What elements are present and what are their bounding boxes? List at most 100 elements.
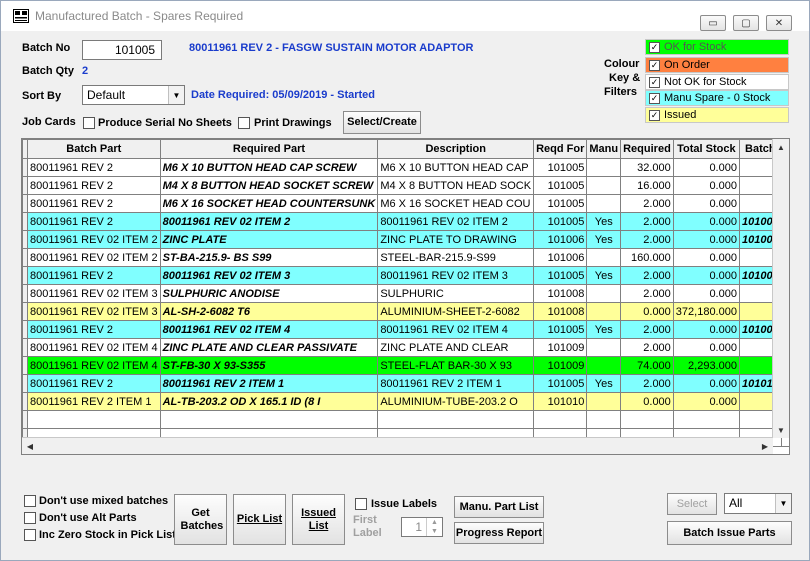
- cell-total-stock[interactable]: 0.000: [672, 158, 740, 177]
- cell-required[interactable]: 2.000: [620, 374, 674, 393]
- vertical-scrollbar[interactable]: ▲ ▼: [772, 139, 789, 438]
- cell-batch-part[interactable]: 80011961 REV 02 ITEM 2: [27, 248, 161, 267]
- cell-description[interactable]: ZINC PLATE TO DRAWING: [377, 230, 535, 249]
- cell-required[interactable]: 0.000: [620, 392, 674, 411]
- cell-required-part[interactable]: M6 X 16 SOCKET HEAD COUNTERSUNK: [159, 194, 379, 213]
- cell-batch-part[interactable]: 80011961 REV 02 ITEM 3: [27, 284, 161, 303]
- cell-required-part[interactable]: ST-FB-30 X 93-S355: [159, 356, 379, 375]
- cell-required-part[interactable]: 80011961 REV 2 ITEM 1: [159, 374, 379, 393]
- column-header-total-stock[interactable]: Total Stock: [672, 139, 740, 159]
- pick-list-button[interactable]: Pick List: [233, 494, 286, 545]
- scroll-right-icon[interactable]: ▶: [757, 438, 773, 454]
- column-header-required[interactable]: Required: [620, 139, 674, 159]
- cell-reqd-for[interactable]: 101005: [533, 194, 588, 213]
- cell-required-part[interactable]: 80011961 REV 02 ITEM 4: [159, 320, 379, 339]
- issued-list-button[interactable]: Issued List: [292, 494, 345, 545]
- legend-issued-checkbox[interactable]: ✓: [649, 109, 660, 121]
- cell-total-stock[interactable]: 0.000: [672, 248, 740, 267]
- batch-no-input[interactable]: 101005: [82, 40, 162, 60]
- cell-total-stock[interactable]: 0.000: [672, 374, 740, 393]
- cell-reqd-for[interactable]: 101008: [533, 284, 588, 303]
- empty-cell[interactable]: [377, 410, 535, 429]
- empty-cell[interactable]: [672, 410, 740, 429]
- cell-required[interactable]: 74.000: [620, 356, 674, 375]
- cell-required[interactable]: 2.000: [620, 194, 674, 213]
- cell-required-part[interactable]: 80011961 REV 02 ITEM 2: [159, 212, 379, 231]
- scroll-left-icon[interactable]: ◀: [22, 438, 38, 454]
- title-bar[interactable]: Manufactured Batch - Spares Required ▭ ▢…: [1, 1, 809, 31]
- cell-reqd-for[interactable]: 101005: [533, 374, 588, 393]
- cell-total-stock[interactable]: 0.000: [672, 338, 740, 357]
- column-header-manu[interactable]: Manu: [586, 139, 622, 159]
- cell-reqd-for[interactable]: 101005: [533, 266, 588, 285]
- cell-required-part[interactable]: M6 X 10 BUTTON HEAD CAP SCREW: [159, 158, 379, 177]
- cell-manu[interactable]: Yes: [586, 320, 622, 339]
- chevron-down-icon[interactable]: ▼: [775, 494, 791, 513]
- cell-manu[interactable]: Yes: [586, 230, 622, 249]
- horizontal-scrollbar[interactable]: ◀ ▶: [22, 437, 773, 454]
- cell-total-stock[interactable]: 0.000: [672, 284, 740, 303]
- table-row[interactable]: 80011961 REV 2 80011961 REV 02 ITEM 2 8001…: [22, 212, 789, 231]
- chevron-down-icon[interactable]: ▼: [168, 86, 184, 104]
- table-row-empty[interactable]: [22, 410, 789, 429]
- cell-reqd-for[interactable]: 101010: [533, 392, 588, 411]
- legend-not-ok-for-stock[interactable]: ✓ Not OK for Stock: [645, 74, 789, 90]
- issue-labels-checkbox[interactable]: [355, 498, 367, 510]
- empty-cell[interactable]: [533, 410, 588, 429]
- cell-manu[interactable]: [586, 392, 622, 411]
- cell-required-part[interactable]: ZINC PLATE AND CLEAR PASSIVATE: [159, 338, 379, 357]
- cell-batch-part[interactable]: 80011961 REV 2: [27, 194, 161, 213]
- table-row[interactable]: 80011961 REV 02 ITEM 2 ZINC PLATE ZINC PLA…: [22, 230, 789, 249]
- cell-description[interactable]: ALUMINIUM-TUBE-203.2 O: [377, 392, 535, 411]
- filter-select[interactable]: All ▼: [724, 493, 792, 514]
- minimize-button[interactable]: ▭: [700, 15, 726, 31]
- cell-required[interactable]: 2.000: [620, 266, 674, 285]
- legend-manu-spare[interactable]: ✓ Manu Spare - 0 Stock: [645, 90, 789, 106]
- cell-total-stock[interactable]: 0.000: [672, 194, 740, 213]
- cell-reqd-for[interactable]: 101005: [533, 176, 588, 195]
- empty-cell[interactable]: [620, 410, 674, 429]
- cell-required[interactable]: 160.000: [620, 248, 674, 267]
- cell-total-stock[interactable]: 0.000: [672, 230, 740, 249]
- cell-batch-part[interactable]: 80011961 REV 02 ITEM 4: [27, 338, 161, 357]
- table-row[interactable]: 80011961 REV 02 ITEM 4 ST-FB-30 X 93-S355…: [22, 356, 789, 375]
- get-batches-button[interactable]: Get Batches: [174, 494, 227, 545]
- cell-manu[interactable]: [586, 302, 622, 321]
- cell-required-part[interactable]: ST-BA-215.9- BS S99: [159, 248, 379, 267]
- column-header-reqd-for[interactable]: Reqd For: [533, 139, 588, 159]
- cell-required[interactable]: 16.000: [620, 176, 674, 195]
- cell-total-stock[interactable]: 0.000: [672, 392, 740, 411]
- dont-use-alt-checkbox[interactable]: [24, 512, 36, 524]
- cell-manu[interactable]: [586, 284, 622, 303]
- cell-required-part[interactable]: SULPHURIC ANODISE: [159, 284, 379, 303]
- maximize-button[interactable]: ▢: [733, 15, 759, 31]
- table-row[interactable]: 80011961 REV 2 80011961 REV 02 ITEM 3 8001…: [22, 266, 789, 285]
- cell-reqd-for[interactable]: 101005: [533, 158, 588, 177]
- legend-issued[interactable]: ✓ Issued: [645, 107, 789, 123]
- cell-batch-part[interactable]: 80011961 REV 2: [27, 158, 161, 177]
- cell-manu[interactable]: [586, 356, 622, 375]
- cell-required-part[interactable]: 80011961 REV 02 ITEM 3: [159, 266, 379, 285]
- table-row[interactable]: 80011961 REV 2 80011961 REV 2 ITEM 1 80011…: [22, 374, 789, 393]
- cell-batch-part[interactable]: 80011961 REV 2 ITEM 1: [27, 392, 161, 411]
- legend-manu-spare-checkbox[interactable]: ✓: [649, 92, 660, 104]
- cell-required[interactable]: 2.000: [620, 338, 674, 357]
- cell-manu[interactable]: Yes: [586, 374, 622, 393]
- cell-manu[interactable]: [586, 248, 622, 267]
- cell-required-part[interactable]: ZINC PLATE: [159, 230, 379, 249]
- cell-reqd-for[interactable]: 101006: [533, 230, 588, 249]
- table-row[interactable]: 80011961 REV 02 ITEM 4 ZINC PLATE AND CLE…: [22, 338, 789, 357]
- close-button[interactable]: ✕: [766, 15, 792, 31]
- cell-required-part[interactable]: M4 X 8 BUTTON HEAD SOCKET SCREW: [159, 176, 379, 195]
- progress-report-button[interactable]: Progress Report: [454, 522, 544, 544]
- cell-batch-part[interactable]: 80011961 REV 02 ITEM 4: [27, 356, 161, 375]
- cell-required[interactable]: 2.000: [620, 230, 674, 249]
- cell-total-stock[interactable]: 0.000: [672, 266, 740, 285]
- table-row[interactable]: 80011961 REV 02 ITEM 3 AL-SH-2-6082 T6 ALU…: [22, 302, 789, 321]
- cell-total-stock[interactable]: 0.000: [672, 212, 740, 231]
- cell-total-stock[interactable]: 0.000: [672, 176, 740, 195]
- cell-description[interactable]: 80011961 REV 2 ITEM 1: [377, 374, 535, 393]
- cell-total-stock[interactable]: 0.000: [672, 320, 740, 339]
- select-button[interactable]: Select: [667, 493, 717, 515]
- table-row[interactable]: 80011961 REV 2 M6 X 10 BUTTON HEAD CAP SC…: [22, 158, 789, 177]
